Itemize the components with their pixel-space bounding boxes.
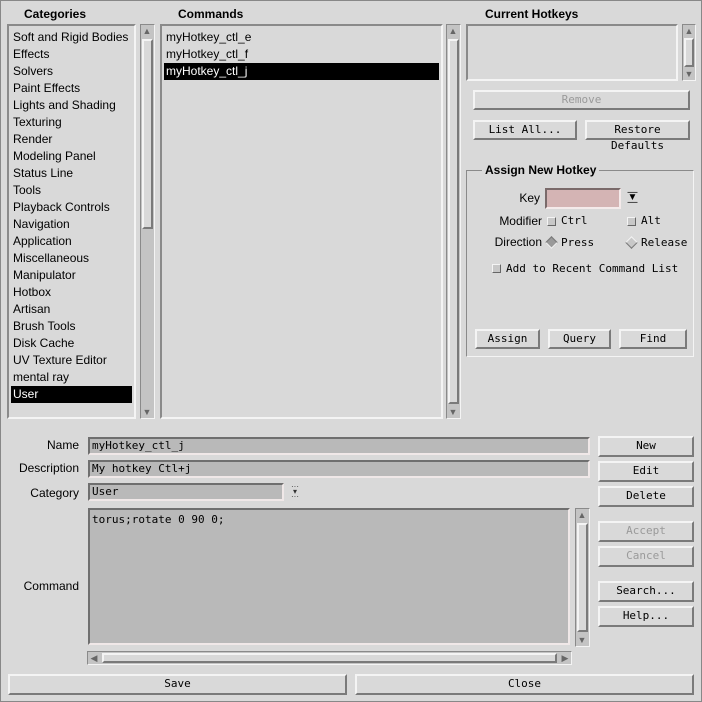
list-item[interactable]: Playback Controls <box>11 199 132 216</box>
commands-header: Commands <box>178 7 244 21</box>
list-item[interactable]: Render <box>11 131 132 148</box>
add-to-recent-checkbox[interactable] <box>492 264 501 273</box>
search-button[interactable]: Search... <box>598 581 694 602</box>
commands-scrollbar[interactable]: ▲ ▼ <box>446 24 461 419</box>
save-button[interactable]: Save <box>8 674 347 695</box>
delete-button[interactable]: Delete <box>598 486 694 507</box>
list-item[interactable]: Manipulator <box>11 267 132 284</box>
alt-label: Alt <box>641 214 661 227</box>
list-item[interactable]: Brush Tools <box>11 318 132 335</box>
scrollbar-thumb[interactable] <box>448 39 459 404</box>
list-item[interactable]: myHotkey_ctl_f <box>164 46 439 63</box>
add-to-recent-label: Add to Recent Command List <box>506 262 679 275</box>
list-item[interactable]: Texturing <box>11 114 132 131</box>
scroll-down-icon[interactable]: ▼ <box>576 634 588 646</box>
list-item[interactable]: Effects <box>11 46 132 63</box>
restore-defaults-button[interactable]: Restore Defaults <box>585 120 690 152</box>
list-item[interactable]: Status Line <box>11 165 132 182</box>
key-options-icon[interactable]: — ▼ — <box>627 188 638 208</box>
scroll-right-icon[interactable]: ▶ <box>559 652 571 664</box>
list-item[interactable]: Paint Effects <box>11 80 132 97</box>
edit-button[interactable]: Edit <box>598 461 694 482</box>
scrollbar-thumb[interactable] <box>684 38 694 67</box>
scrollbar-thumb[interactable] <box>102 653 557 663</box>
command-vertical-scrollbar[interactable]: ▲ ▼ <box>575 508 590 647</box>
scroll-up-icon[interactable]: ▲ <box>447 25 459 37</box>
ctrl-checkbox[interactable] <box>547 217 556 226</box>
list-item[interactable]: Tools <box>11 182 132 199</box>
cancel-button[interactable]: Cancel <box>598 546 694 567</box>
categories-header: Categories <box>24 7 87 21</box>
list-item[interactable]: Hotbox <box>11 284 132 301</box>
list-item[interactable]: Artisan <box>11 301 132 318</box>
list-item[interactable]: Lights and Shading <box>11 97 132 114</box>
list-item[interactable]: myHotkey_ctl_j <box>164 63 439 80</box>
categories-scrollbar[interactable]: ▲ ▼ <box>140 24 155 419</box>
new-button[interactable]: New <box>598 436 694 457</box>
scroll-down-icon[interactable]: ▼ <box>683 68 695 80</box>
remove-button[interactable]: Remove <box>473 90 690 110</box>
categories-list[interactable]: Soft and Rigid Bodies Effects Solvers Paint… <box>7 24 136 419</box>
find-button[interactable]: Find <box>619 329 687 349</box>
list-item[interactable]: myHotkey_ctl_e <box>164 29 439 46</box>
scroll-up-icon[interactable]: ▲ <box>683 25 695 37</box>
assign-button[interactable]: Assign <box>475 329 540 349</box>
command-horizontal-scrollbar[interactable]: ◀ ▶ <box>87 651 572 665</box>
command-textarea[interactable]: torus;rotate 0 90 0; <box>88 508 570 645</box>
list-item[interactable]: mental ray <box>11 369 132 386</box>
list-item[interactable]: Miscellaneous <box>11 250 132 267</box>
alt-checkbox[interactable] <box>627 217 636 226</box>
scroll-up-icon[interactable]: ▲ <box>576 509 588 521</box>
category-field[interactable]: User <box>88 483 284 501</box>
press-label: Press <box>561 236 595 249</box>
category-label: Category <box>30 486 79 500</box>
current-hotkeys-list[interactable] <box>466 24 678 81</box>
modifier-label: Modifier <box>499 214 542 228</box>
scroll-down-icon[interactable]: ▼ <box>141 406 153 418</box>
list-item[interactable]: Modeling Panel <box>11 148 132 165</box>
scroll-down-icon[interactable]: ▼ <box>447 406 459 418</box>
name-label: Name <box>46 438 79 452</box>
name-field[interactable]: myHotkey_ctl_j <box>88 437 590 455</box>
assign-group-title: Assign New Hotkey <box>482 163 600 177</box>
release-label: Release <box>641 236 688 249</box>
command-label: Command <box>23 579 79 593</box>
description-field[interactable]: My hotkey Ctl+j <box>88 460 590 478</box>
list-item[interactable]: Soft and Rigid Bodies <box>11 29 132 46</box>
close-button[interactable]: Close <box>355 674 694 695</box>
accept-button[interactable]: Accept <box>598 521 694 542</box>
scrollbar-thumb[interactable] <box>142 39 153 229</box>
list-item[interactable]: Disk Cache <box>11 335 132 352</box>
list-item[interactable]: Solvers <box>11 63 132 80</box>
key-label: Key <box>519 191 540 205</box>
help-button[interactable]: Help... <box>598 606 694 627</box>
commands-list[interactable]: myHotkey_ctl_e myHotkey_ctl_f myHotkey_ctl… <box>160 24 443 419</box>
query-button[interactable]: Query <box>548 329 611 349</box>
scroll-left-icon[interactable]: ◀ <box>88 652 100 664</box>
scroll-up-icon[interactable]: ▲ <box>141 25 153 37</box>
list-item[interactable]: UV Texture Editor <box>11 352 132 369</box>
list-all-button[interactable]: List All... <box>473 120 577 140</box>
current-hotkeys-scrollbar[interactable]: ▲ ▼ <box>682 24 696 81</box>
current-hotkeys-header: Current Hotkeys <box>485 7 579 21</box>
list-item[interactable]: User <box>11 386 132 403</box>
key-field[interactable] <box>545 188 621 209</box>
list-item[interactable]: Application <box>11 233 132 250</box>
direction-label: Direction <box>494 235 542 249</box>
list-item[interactable]: Navigation <box>11 216 132 233</box>
scrollbar-thumb[interactable] <box>577 523 588 632</box>
description-label: Description <box>18 461 79 475</box>
ctrl-label: Ctrl <box>561 214 588 227</box>
category-options-icon[interactable]: ··· ▾ ··· <box>290 483 300 501</box>
